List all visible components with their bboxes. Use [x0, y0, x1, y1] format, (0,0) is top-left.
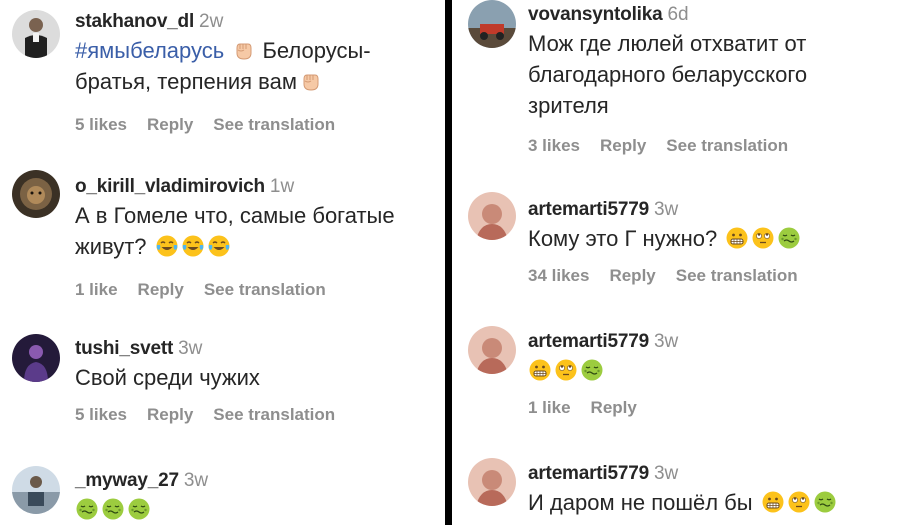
reply-button[interactable]: Reply [147, 405, 193, 424]
see-translation-button[interactable]: See translation [666, 136, 788, 155]
see-translation-button[interactable]: See translation [213, 405, 335, 424]
eye-roll-face-icon [554, 358, 578, 382]
comment-timestamp: 3w [183, 470, 209, 491]
comment-text: Кому это Г нужно? [528, 223, 818, 254]
comment-username[interactable]: stakhanov_dl [75, 11, 194, 32]
avatar[interactable] [12, 466, 60, 514]
nauseated-face-icon [75, 497, 99, 521]
comment-text: #ямыбеларусь Белорусы-братья, терпения в… [75, 38, 371, 94]
avatar[interactable] [12, 334, 60, 382]
nauseated-face-icon [101, 497, 125, 521]
nauseated-face-icon [813, 490, 837, 514]
avatar[interactable] [468, 0, 516, 48]
reply-button[interactable]: Reply [609, 266, 655, 285]
see-translation-button[interactable]: See translation [213, 115, 335, 134]
hashtag-link[interactable]: #ямыбеларусь [75, 38, 224, 63]
comment-timestamp: 3w [653, 463, 679, 484]
grimacing-face-icon [761, 490, 785, 514]
comment-timestamp: 6d [667, 4, 689, 25]
comment-text: Мож где люлей отхватит от благодарного бе… [528, 31, 808, 118]
see-translation-button[interactable]: See translation [204, 280, 326, 299]
avatar[interactable] [12, 10, 60, 58]
comment-username[interactable]: vovansyntolika [528, 4, 663, 25]
likes-count[interactable]: 1 like [75, 280, 118, 299]
comment-username[interactable]: o_kirill_vladimirovich [75, 176, 265, 197]
reply-button[interactable]: Reply [591, 398, 637, 417]
tears-of-joy-icon [207, 234, 231, 258]
reply-button[interactable]: Reply [600, 136, 646, 155]
nauseated-face-icon [580, 358, 604, 382]
comment-text: И даром не пошёл бы [528, 487, 837, 518]
likes-count[interactable]: 5 likes [75, 115, 127, 134]
see-translation-button[interactable]: See translation [676, 266, 798, 285]
likes-count[interactable]: 1 like [528, 398, 571, 417]
grimacing-face-icon [725, 226, 749, 250]
comment-username[interactable]: artemarti5779 [528, 331, 649, 352]
eye-roll-face-icon [751, 226, 775, 250]
likes-count[interactable]: 3 likes [528, 136, 580, 155]
comment-text [75, 494, 208, 525]
tears-of-joy-icon [155, 234, 179, 258]
avatar[interactable] [468, 326, 516, 374]
comment-username[interactable]: artemarti5779 [528, 463, 649, 484]
grimacing-face-icon [528, 358, 552, 382]
comment-timestamp: 3w [653, 331, 679, 352]
comments-column-right: vovansyntolika 6d Мож где люлей отхватит … [452, 0, 900, 525]
avatar[interactable] [468, 192, 516, 240]
comment-username[interactable]: artemarti5779 [528, 199, 649, 220]
avatar[interactable] [468, 458, 516, 506]
eye-roll-face-icon [787, 490, 811, 514]
reply-button[interactable]: Reply [147, 115, 193, 134]
reply-button[interactable]: Reply [138, 280, 184, 299]
nauseated-face-icon [777, 226, 801, 250]
likes-count[interactable]: 34 likes [528, 266, 589, 285]
comment-text: Свой среди чужих [75, 365, 260, 390]
raised-fist-icon [299, 69, 323, 93]
comment-text [528, 355, 678, 386]
comment-username[interactable]: tushi_svett [75, 338, 173, 359]
comment-text: А в Гомеле что, самые богатые живут? [75, 203, 395, 259]
comment-timestamp: 2w [199, 11, 224, 32]
raised-fist-icon [232, 38, 256, 62]
likes-count[interactable]: 5 likes [75, 405, 127, 424]
comment-timestamp: 3w [653, 199, 679, 220]
comment-username[interactable]: _myway_27 [75, 470, 179, 491]
comment-timestamp: 3w [178, 338, 203, 359]
comments-column-left: stakhanov_dl 2w #ямыбеларусь Белорусы-бра… [0, 0, 445, 525]
avatar[interactable] [12, 170, 60, 218]
nauseated-face-icon [127, 497, 151, 521]
tears-of-joy-icon [181, 234, 205, 258]
comment-timestamp: 1w [269, 176, 295, 197]
